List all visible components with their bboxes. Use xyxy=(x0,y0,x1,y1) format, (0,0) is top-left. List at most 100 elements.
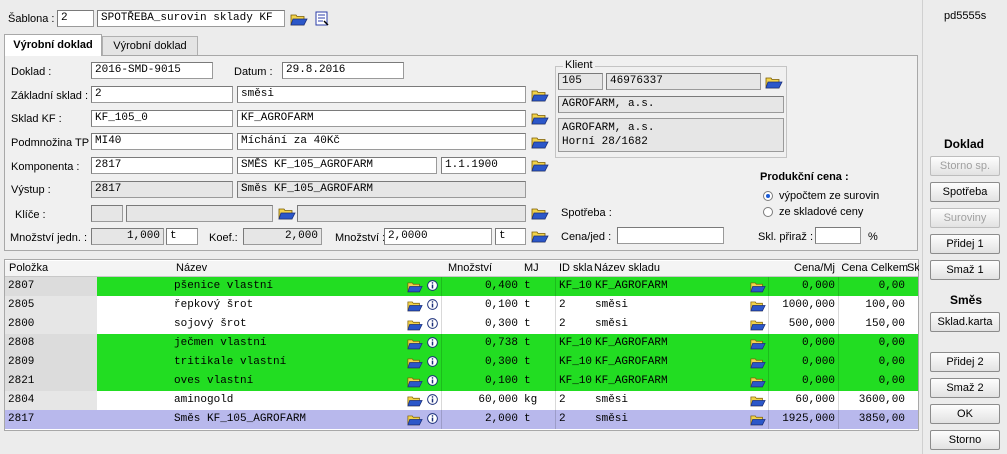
table-row[interactable]: 2800 sojový šrot 0,300 t 2 směsi 500,000 150,00 xyxy=(5,315,918,334)
klice-field-2[interactable] xyxy=(126,205,273,222)
sablona-name-field[interactable]: SPOTŘEBA_surovin sklady KF xyxy=(97,10,285,27)
radio-skladove[interactable] xyxy=(763,207,773,217)
podmnozina-field[interactable]: MI40 xyxy=(91,133,233,150)
spotreba-button[interactable]: Spotřeba xyxy=(930,182,1000,202)
col-mj[interactable]: MJ xyxy=(524,262,552,274)
suroviny-button[interactable]: Suroviny xyxy=(930,208,1000,228)
cell-cena-mj: 1000,000 xyxy=(768,296,838,315)
vystup-field: 2817 xyxy=(91,181,233,198)
open-folder-icon[interactable] xyxy=(531,206,549,220)
col-cena-celkem[interactable]: Cena Celkem xyxy=(838,262,908,274)
skl-priraz-field[interactable] xyxy=(815,227,861,244)
info-icon[interactable] xyxy=(427,318,438,332)
table-row[interactable]: 2807 pšenice vlastní 0,400 t KF_10 KF_AGROFAR… xyxy=(5,277,918,296)
info-icon[interactable] xyxy=(427,337,438,351)
open-folder-icon[interactable] xyxy=(407,356,423,372)
zakladni-sklad-field[interactable]: 2 xyxy=(91,86,233,103)
table-row[interactable]: 2808 ječmen vlastní 0,738 t KF_10 KF_AGROFARM… xyxy=(5,334,918,353)
klient-legend: Klient xyxy=(563,59,595,71)
storno-sp-button[interactable]: Storno sp. xyxy=(930,156,1000,176)
open-folder-icon[interactable] xyxy=(290,12,308,26)
open-folder-icon[interactable] xyxy=(407,318,423,334)
pridej-2-button[interactable]: Přidej 2 xyxy=(930,352,1000,372)
open-folder-icon[interactable] xyxy=(407,375,423,391)
open-folder-icon[interactable] xyxy=(407,299,423,315)
table-row[interactable]: 2809 tritikale vlastní 0,300 t KF_10 KF_AGROF… xyxy=(5,353,918,372)
open-folder-icon[interactable] xyxy=(750,375,766,391)
sklad-kf-name-field[interactable]: KF_AGROFARM xyxy=(237,110,526,127)
col-cena-mj[interactable]: Cena/Mj xyxy=(773,262,835,274)
mnozstvi-jedn-unit[interactable]: t xyxy=(166,228,198,245)
radio-vypoctem[interactable] xyxy=(763,191,773,201)
cell-polozka: 2809 xyxy=(5,353,97,372)
smaz-1-button[interactable]: Smaž 1 xyxy=(930,260,1000,280)
tab-vyrobni-doklad-1[interactable]: Výrobní doklad xyxy=(4,34,102,56)
info-icon[interactable] xyxy=(427,375,438,389)
cena-jed-field[interactable] xyxy=(617,227,724,244)
klient-address-line2: Horní 28/1682 xyxy=(562,136,648,148)
info-icon[interactable] xyxy=(427,280,438,294)
info-icon[interactable] xyxy=(427,413,438,427)
cell-cena-mj: 60,000 xyxy=(768,391,838,410)
info-icon[interactable] xyxy=(427,299,438,313)
open-folder-icon[interactable] xyxy=(531,111,549,125)
cell-nazev: oves vlastní xyxy=(174,375,254,387)
open-folder-icon[interactable] xyxy=(750,280,766,296)
cell-mnozstvi: 0,300 xyxy=(441,353,521,372)
ok-button[interactable]: OK xyxy=(930,404,1000,424)
mnozstvi-unit[interactable]: t xyxy=(495,228,526,245)
open-folder-icon[interactable] xyxy=(407,394,423,410)
open-folder-icon[interactable] xyxy=(750,356,766,372)
col-id-skla[interactable]: ID skla xyxy=(559,262,594,274)
open-folder-icon[interactable] xyxy=(750,413,766,429)
komponenta-name-field[interactable]: SMĚS KF_105_AGROFARM xyxy=(237,157,437,174)
open-folder-icon[interactable] xyxy=(531,229,549,243)
tab-vyrobni-doklad-2[interactable]: Výrobní doklad xyxy=(102,36,198,56)
sklad-karta-button[interactable]: Sklad.karta xyxy=(930,312,1000,332)
sklad-kf-field[interactable]: KF_105_0 xyxy=(91,110,233,127)
cell-polozka: 2817 xyxy=(5,410,97,429)
podmnozina-name-field[interactable]: Míchání za 40Kč xyxy=(237,133,526,150)
open-folder-icon[interactable] xyxy=(750,318,766,334)
klice-field-3[interactable] xyxy=(297,205,526,222)
table-row[interactable]: 2804 aminogold 60,000 kg 2 směsi 60,000 3600,00 xyxy=(5,391,918,410)
cell-id-skla: KF_10 xyxy=(555,334,593,353)
info-icon[interactable] xyxy=(427,356,438,370)
klice-field-1[interactable] xyxy=(91,205,123,222)
col-sk[interactable]: Sk xyxy=(907,262,919,274)
komponenta-field[interactable]: 2817 xyxy=(91,157,233,174)
open-folder-icon[interactable] xyxy=(407,280,423,296)
cell-id-skla: 2 xyxy=(555,410,593,429)
open-folder-icon[interactable] xyxy=(407,413,423,429)
col-polozka[interactable]: Položka xyxy=(9,262,99,274)
sablona-number-field[interactable]: 2 xyxy=(57,10,94,27)
table-row[interactable]: 2817 Směs KF_105_AGROFARM 2,000 t 2 směsi 1925… xyxy=(5,410,918,429)
info-icon[interactable] xyxy=(427,394,438,408)
zakladni-sklad-label: Základní sklad : xyxy=(11,90,89,102)
report-icon[interactable] xyxy=(314,11,330,27)
open-folder-icon[interactable] xyxy=(750,299,766,315)
open-folder-icon[interactable] xyxy=(765,75,783,89)
open-folder-icon[interactable] xyxy=(531,135,549,149)
komponenta-date-field[interactable]: 1.1.1900 xyxy=(441,157,526,174)
table-row[interactable]: 2821 oves vlastní 0,100 t KF_10 KF_AGROFARM 0,… xyxy=(5,372,918,391)
table-row[interactable]: 2805 řepkový šrot 0,100 t 2 směsi 1000,000 100,… xyxy=(5,296,918,315)
open-folder-icon[interactable] xyxy=(407,337,423,353)
open-folder-icon[interactable] xyxy=(531,88,549,102)
open-folder-icon[interactable] xyxy=(750,337,766,353)
col-mnozstvi[interactable]: Množství xyxy=(448,262,518,274)
open-folder-icon[interactable] xyxy=(531,158,549,172)
zakladni-sklad-name-field[interactable]: směsi xyxy=(237,86,526,103)
open-folder-icon[interactable] xyxy=(750,394,766,410)
smaz-2-button[interactable]: Smaž 2 xyxy=(930,378,1000,398)
mnozstvi-jedn-field: 1,000 xyxy=(91,228,164,245)
datum-field[interactable]: 29.8.2016 xyxy=(282,62,404,79)
storno-button[interactable]: Storno xyxy=(930,430,1000,450)
doklad-field[interactable]: 2016-SMD-9015 xyxy=(91,62,213,79)
mnozstvi-field[interactable]: 2,0000 xyxy=(384,228,492,245)
col-nazev-skladu[interactable]: Název skladu xyxy=(594,262,744,274)
pridej-1-button[interactable]: Přidej 1 xyxy=(930,234,1000,254)
cell-mnozstvi: 0,400 xyxy=(441,277,521,296)
open-folder-icon[interactable] xyxy=(278,206,296,220)
col-nazev[interactable]: Název xyxy=(176,262,376,274)
